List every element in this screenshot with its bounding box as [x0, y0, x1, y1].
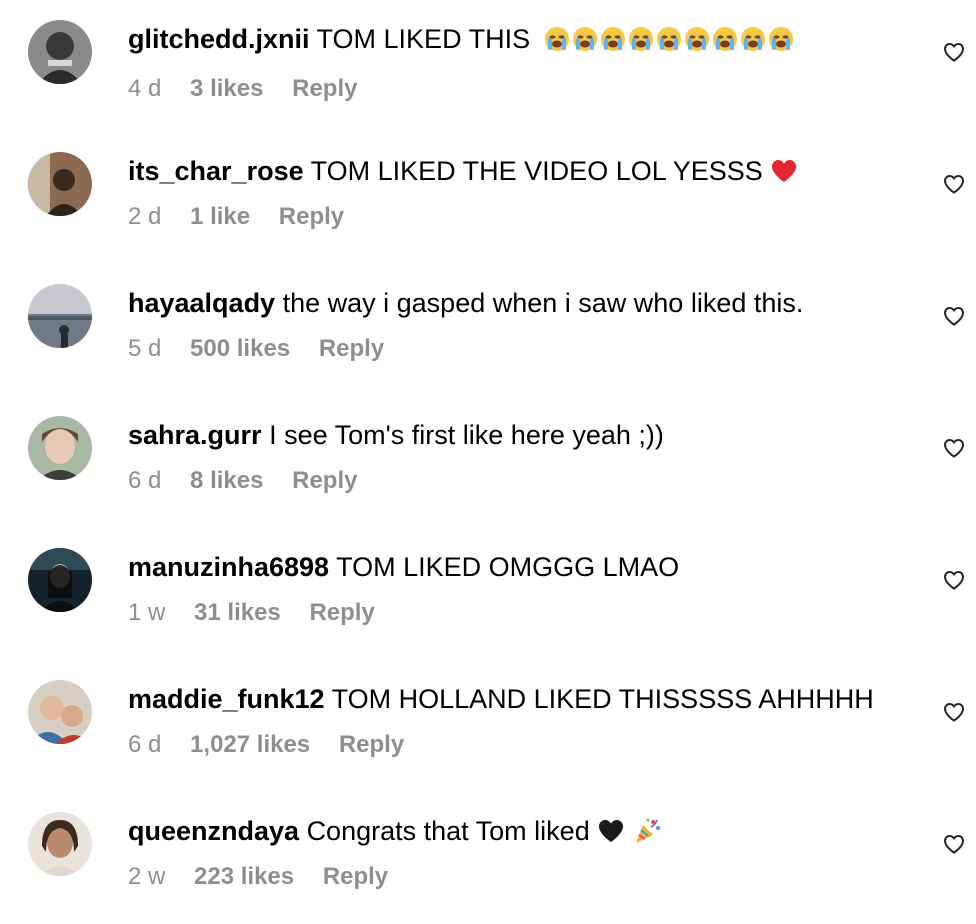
black-heart-icon [599, 820, 624, 842]
comment-likes[interactable]: 8 likes [190, 467, 263, 494]
loudly-crying-emoji-icon [544, 26, 796, 60]
comment-text: TOM LIKED OMGGG LMAO [336, 552, 680, 582]
comment-time: 2 d [128, 203, 162, 230]
comment-likes[interactable]: 1 like [190, 203, 250, 230]
comment-username[interactable]: maddie_funk12 [128, 684, 325, 714]
comment-username[interactable]: manuzinha6898 [128, 552, 329, 582]
reply-button[interactable]: Reply [292, 467, 357, 494]
heart-outline-icon[interactable] [942, 568, 966, 592]
comment-likes[interactable]: 31 likes [194, 599, 281, 626]
avatar[interactable] [28, 680, 92, 744]
comment-username[interactable]: sahra.gurr [128, 420, 262, 450]
comment-username[interactable]: its_char_rose [128, 156, 304, 186]
red-heart-icon [772, 160, 797, 182]
comment-likes[interactable]: 3 likes [190, 75, 263, 102]
comment-item: hayaalqady the way i gasped when i saw w… [0, 264, 976, 396]
heart-outline-icon[interactable] [942, 172, 966, 196]
comment-likes[interactable]: 223 likes [194, 863, 294, 890]
comment-item: glitchedd.jxnii TOM LIKED THIS 4 d 3 lik… [0, 0, 976, 132]
comment-item: maddie_funk12 TOM HOLLAND LIKED THISSSSS… [0, 660, 976, 792]
comment-likes[interactable]: 1,027 likes [190, 731, 310, 758]
reply-button[interactable]: Reply [323, 863, 388, 890]
comments-list: glitchedd.jxnii TOM LIKED THIS 4 d 3 lik… [0, 0, 976, 909]
reply-button[interactable]: Reply [319, 335, 384, 362]
comment-item: sahra.gurr I see Tom's first like here y… [0, 396, 976, 528]
avatar[interactable] [28, 152, 92, 216]
comment-time: 2 w [128, 863, 166, 890]
heart-outline-icon[interactable] [942, 832, 966, 856]
comment-username[interactable]: hayaalqady [128, 288, 275, 318]
comment-time: 1 w [128, 599, 166, 626]
avatar[interactable] [28, 548, 92, 612]
heart-outline-icon[interactable] [942, 436, 966, 460]
comment-text: Congrats that Tom liked [306, 816, 590, 846]
heart-outline-icon[interactable] [942, 40, 966, 64]
comment-text: TOM LIKED THE VIDEO LOL YESSS [310, 156, 763, 186]
comment-username[interactable]: queenzndaya [128, 816, 299, 846]
comment-item: its_char_rose TOM LIKED THE VIDEO LOL YE… [0, 132, 976, 264]
party-popper-icon [635, 818, 660, 843]
avatar[interactable] [28, 20, 92, 84]
avatar[interactable] [28, 416, 92, 480]
heart-outline-icon[interactable] [942, 700, 966, 724]
reply-button[interactable]: Reply [339, 731, 404, 758]
comment-username[interactable]: glitchedd.jxnii [128, 24, 310, 54]
reply-button[interactable]: Reply [309, 599, 374, 626]
comment-time: 6 d [128, 731, 162, 758]
comment-likes[interactable]: 500 likes [190, 335, 290, 362]
comment-text: the way i gasped when i saw who liked th… [282, 288, 804, 318]
heart-outline-icon[interactable] [942, 304, 966, 328]
comment-time: 6 d [128, 467, 162, 494]
comment-text: I see Tom's first like here yeah ;)) [269, 420, 664, 450]
comment-item: queenzndaya Congrats that Tom liked 2 w [0, 792, 976, 924]
comment-text: TOM LIKED THIS [316, 24, 531, 54]
comment-text: TOM HOLLAND LIKED THISSSSS AHHHHH [331, 684, 874, 714]
comment-item: manuzinha6898 TOM LIKED OMGGG LMAO 1 w 3… [0, 528, 976, 660]
avatar[interactable] [28, 284, 92, 348]
reply-button[interactable]: Reply [292, 75, 357, 102]
avatar[interactable] [28, 812, 92, 876]
reply-button[interactable]: Reply [279, 203, 344, 230]
comment-time: 4 d [128, 75, 162, 102]
comment-time: 5 d [128, 335, 162, 362]
